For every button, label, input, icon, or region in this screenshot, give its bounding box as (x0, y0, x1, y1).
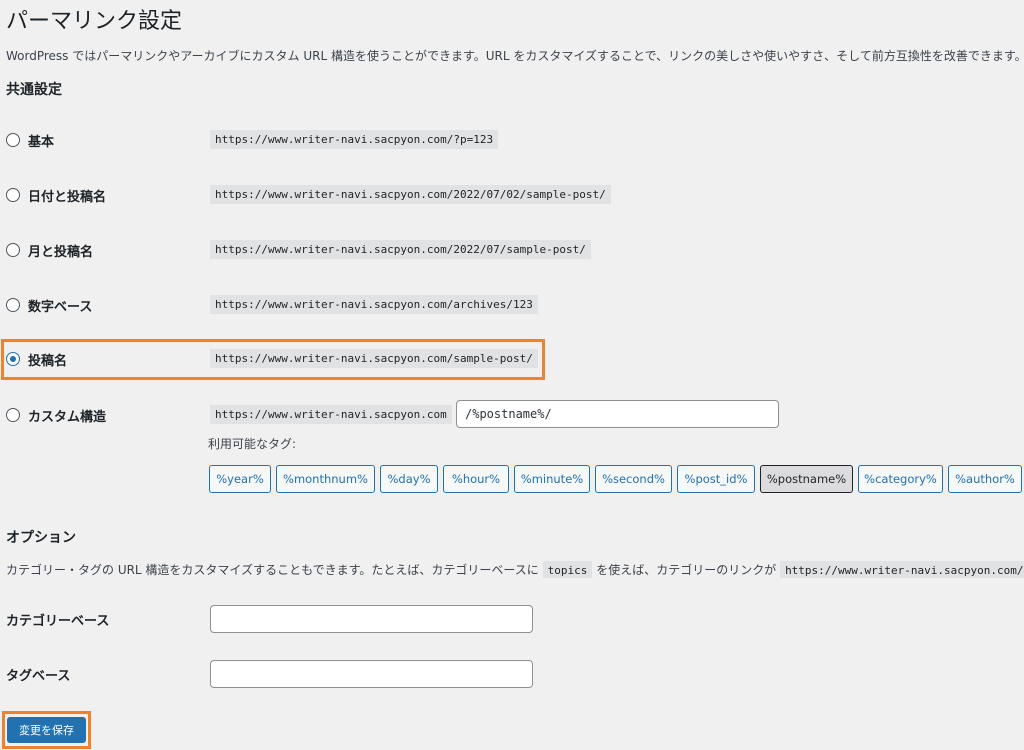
page-title: パーマリンク設定 (6, 9, 183, 34)
radio-label[interactable]: カスタム構造 (28, 406, 106, 425)
tag-button-second[interactable]: %second% (595, 465, 672, 493)
tag-button-postname[interactable]: %postname% (760, 465, 853, 493)
radio-button-checked[interactable] (6, 352, 20, 366)
options-description-text-2: を使えば、カテゴリーのリンクが (596, 563, 777, 577)
radio-label[interactable]: 投稿名 (28, 350, 67, 369)
radio-button[interactable] (6, 243, 20, 257)
radio-option-post-name[interactable]: 投稿名 (6, 349, 67, 369)
options-description: カテゴリー・タグの URL 構造をカスタマイズすることもできます。たとえば、カテ… (6, 561, 1024, 578)
custom-base-url: https://www.writer-navi.sacpyon.com (210, 405, 452, 424)
page-description: WordPress ではパーマリンクやアーカイブにカスタム URL 構造を使うこ… (6, 47, 1024, 64)
radio-label[interactable]: 日付と投稿名 (28, 186, 106, 205)
radio-button[interactable] (6, 133, 20, 147)
page-description-text: WordPress ではパーマリンクやアーカイブにカスタム URL 構造を使うこ… (6, 49, 1024, 63)
tag-button-day[interactable]: %day% (380, 465, 438, 493)
common-settings-title: 共通設定 (6, 82, 62, 98)
radio-button[interactable] (6, 188, 20, 202)
example-code-topics: topics (542, 561, 593, 578)
tag-button-monthnum[interactable]: %monthnum% (276, 465, 375, 493)
radio-option-month-name[interactable]: 月と投稿名 (6, 240, 93, 260)
tag-button-minute[interactable]: %minute% (514, 465, 590, 493)
tag-button-year[interactable]: %year% (209, 465, 271, 493)
radio-label[interactable]: 数字ベース (28, 296, 92, 315)
tag-button-hour[interactable]: %hour% (443, 465, 509, 493)
permalink-example: https://www.writer-navi.sacpyon.com/2022… (210, 185, 611, 204)
options-description-text: カテゴリー・タグの URL 構造をカスタマイズすることもできます。たとえば、カテ… (6, 563, 539, 577)
permalink-example: https://www.writer-navi.sacpyon.com/?p=1… (210, 130, 499, 149)
radio-option-numeric[interactable]: 数字ベース (6, 295, 92, 315)
radio-option-day-name[interactable]: 日付と投稿名 (6, 185, 106, 205)
radio-label[interactable]: 基本 (28, 131, 54, 150)
radio-button[interactable] (6, 298, 20, 312)
custom-structure-input[interactable] (456, 400, 779, 428)
radio-label[interactable]: 月と投稿名 (28, 241, 93, 260)
tag-button-category[interactable]: %category% (858, 465, 943, 493)
highlight-frame-save: 変更を保存 (2, 711, 91, 749)
permalink-example: https://www.writer-navi.sacpyon.com/samp… (210, 349, 538, 368)
save-changes-button[interactable]: 変更を保存 (7, 717, 86, 743)
tag-button-author[interactable]: %author% (948, 465, 1022, 493)
available-tags-label: 利用可能なタグ: (208, 437, 297, 451)
category-base-input[interactable] (210, 605, 533, 633)
tag-button-post-id[interactable]: %post_id% (677, 465, 755, 493)
permalink-example: https://www.writer-navi.sacpyon.com/2022… (210, 240, 591, 259)
radio-option-plain[interactable]: 基本 (6, 130, 54, 150)
tag-base-input[interactable] (210, 660, 533, 688)
options-title: オプション (6, 530, 76, 546)
radio-button[interactable] (6, 408, 20, 422)
tag-base-label: タグベース (6, 669, 71, 684)
example-code-url: https://www.writer-navi.sacpyon.com/t (780, 561, 1024, 578)
radio-option-custom[interactable]: カスタム構造 (6, 405, 106, 425)
permalink-example: https://www.writer-navi.sacpyon.com/arch… (210, 295, 538, 314)
category-base-label: カテゴリーベース (6, 614, 110, 629)
